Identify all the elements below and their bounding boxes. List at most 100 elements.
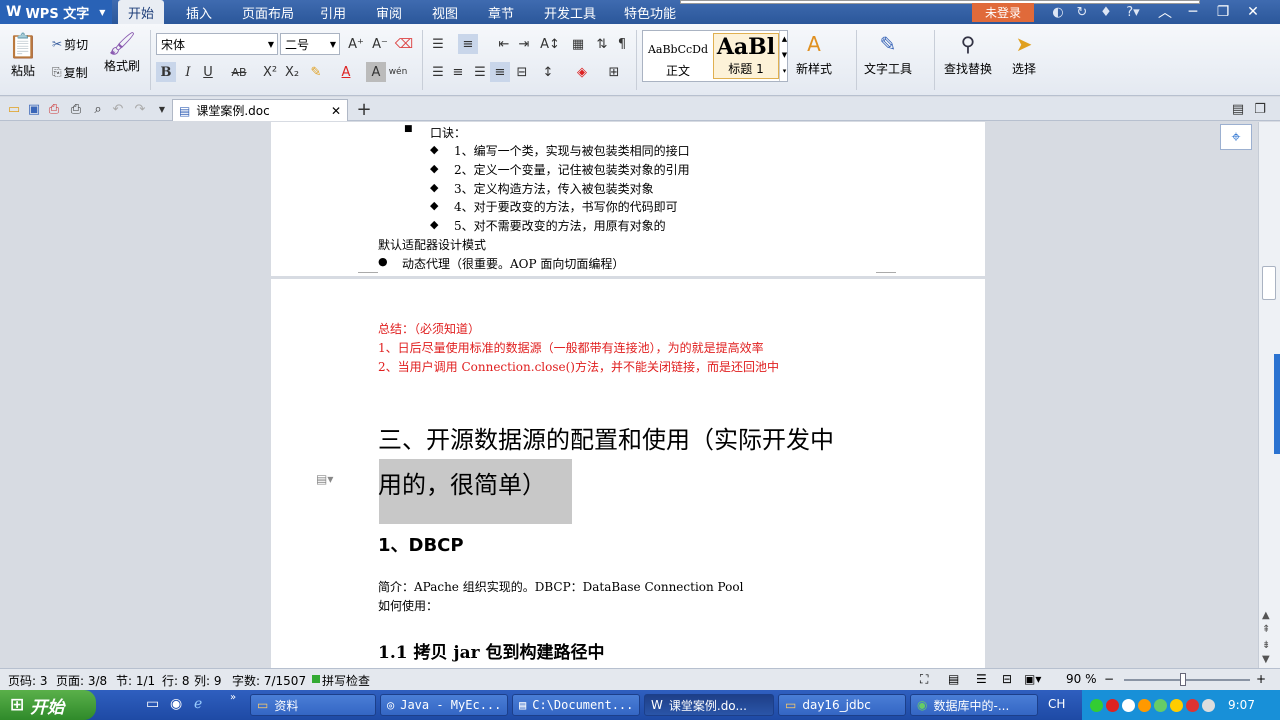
next-page-icon[interactable]: ⇟ — [1262, 640, 1270, 651]
page-view-icon[interactable]: ▤ — [948, 672, 959, 686]
tray-app-icon[interactable] — [1170, 698, 1183, 712]
tab-features[interactable]: 特色功能 — [614, 0, 686, 24]
export-pdf-icon[interactable]: ⎙ — [44, 99, 64, 119]
taskbar-item[interactable]: W 课堂案例.do... — [644, 694, 774, 716]
status-words[interactable]: 字数: 7/1507 — [232, 672, 306, 689]
zoom-slider-thumb[interactable] — [1180, 673, 1186, 686]
char-spacing-icon[interactable]: A↕ — [540, 34, 560, 54]
scrollbar-thumb[interactable] — [1262, 266, 1276, 300]
strikethrough-icon[interactable]: AB — [226, 62, 252, 82]
show-marks-icon[interactable]: ¶ — [612, 34, 632, 54]
tray-app-icon[interactable] — [1122, 698, 1135, 712]
document-tab[interactable]: ▤ 课堂案例.doc ✕ — [172, 99, 348, 121]
taskbar-item[interactable]: ◎ Java - MyEc... — [380, 694, 508, 716]
decrease-indent-icon[interactable]: ⇤ — [494, 34, 514, 54]
ie-icon[interactable]: ℯ — [194, 696, 202, 712]
clear-format-icon[interactable]: ⌫ — [394, 34, 414, 54]
clock[interactable]: 9:07 — [1228, 698, 1255, 712]
taskbar-item[interactable]: ▤ C:\Document... — [512, 694, 640, 716]
spellcheck-toggle[interactable]: 拼写检查 — [322, 672, 370, 689]
align-right-icon[interactable]: ☰ — [470, 62, 490, 82]
side-panel-tab[interactable] — [1274, 354, 1280, 454]
tab-page-layout[interactable]: 页面布局 — [232, 0, 304, 24]
reading-view-icon[interactable]: ▣▾ — [1024, 672, 1041, 686]
quicklaunch-icon[interactable]: ◉ — [170, 696, 182, 712]
start-button[interactable]: ⊞ 开始 — [0, 690, 96, 720]
close-tab-icon[interactable]: ✕ — [331, 104, 341, 118]
save-icon[interactable]: ▣ — [24, 99, 44, 119]
tab-chapter[interactable]: 章节 — [478, 0, 524, 24]
select-button[interactable]: ➤ 选择 — [1012, 32, 1036, 77]
tab-start[interactable]: 开始 — [118, 0, 165, 24]
restore-icon[interactable]: ❐ — [1210, 2, 1236, 22]
tab-list-icon[interactable]: ▤ — [1228, 99, 1248, 119]
italic-icon[interactable]: I — [178, 62, 198, 82]
find-replace-button[interactable]: ⚲ 查找替换 — [944, 32, 992, 77]
style-normal[interactable]: AaBbCcDd 正文 — [645, 33, 711, 79]
paragraph-shading-icon[interactable]: ◈ — [572, 62, 592, 82]
table-grid-icon[interactable]: ▦ — [568, 34, 588, 54]
taskbar-item[interactable]: ◉ 数据库中的-... — [910, 694, 1038, 716]
zoom-in-icon[interactable]: + — [1256, 672, 1266, 686]
grow-font-icon[interactable]: A⁺ — [346, 34, 366, 54]
tab-restore-icon[interactable]: ❐ — [1250, 99, 1270, 119]
font-size-select[interactable]: 二号 ▼ — [280, 33, 340, 55]
line-spacing-icon[interactable]: ↕ — [538, 62, 558, 82]
open-folder-icon[interactable]: ▭ — [4, 99, 24, 119]
new-tab-icon[interactable]: + — [354, 99, 374, 120]
align-center-icon[interactable]: ≡ — [448, 62, 468, 82]
style-scroll-icon[interactable]: ▲ ▼ ▾ — [779, 31, 789, 81]
paste-button[interactable]: 📋 粘贴 — [8, 32, 38, 79]
sort-icon[interactable]: ⇅ — [592, 34, 612, 54]
increase-indent-icon[interactable]: ⇥ — [514, 34, 534, 54]
zoom-slider[interactable] — [1124, 679, 1250, 681]
style-heading1[interactable]: AaBl 标题 1 — [713, 33, 779, 79]
taskbar-item[interactable]: ▭ day16_jdbc — [778, 694, 906, 716]
quick-access-dropdown-icon[interactable]: ▼ — [152, 99, 172, 119]
show-desktop-icon[interactable]: ▭ — [146, 696, 159, 712]
tab-developer[interactable]: 开发工具 — [534, 0, 606, 24]
format-painter-button[interactable]: 🖌 格式刷 — [104, 32, 140, 74]
tray-app-icon[interactable] — [1090, 698, 1103, 712]
superscript-icon[interactable]: X² — [260, 62, 280, 82]
tray-app-icon[interactable] — [1202, 698, 1215, 712]
font-name-select[interactable]: 宋体 ▼ — [156, 33, 278, 55]
bullet-list-icon[interactable]: ☰ — [428, 34, 448, 54]
print-icon[interactable]: ⎙ — [66, 99, 86, 119]
copy-button[interactable]: ⎘ 复制 — [52, 61, 88, 83]
zoom-out-icon[interactable]: − — [1104, 672, 1114, 686]
underline-icon[interactable]: U — [198, 62, 218, 82]
web-view-icon[interactable]: ⊟ — [1002, 672, 1012, 686]
tray-app-icon[interactable] — [1138, 698, 1151, 712]
wps-app-menu-button[interactable]: W WPS 文字 ▼ — [0, 0, 112, 24]
fullscreen-icon[interactable]: ⛶ — [920, 672, 928, 687]
scroll-down-icon[interactable]: ▼ — [1262, 654, 1270, 665]
shrink-font-icon[interactable]: A⁻ — [370, 34, 390, 54]
minimize-icon[interactable]: ─ — [1180, 2, 1206, 22]
phonetic-icon[interactable]: wén — [388, 62, 408, 82]
more-quicklaunch-icon[interactable]: » — [230, 692, 236, 703]
scroll-up-icon[interactable]: ▲ — [1262, 610, 1270, 621]
redo-icon[interactable]: ↷ — [130, 99, 150, 119]
tray-app-icon[interactable] — [1154, 698, 1167, 712]
highlight-icon[interactable]: ✎ — [306, 62, 326, 82]
tray-app-icon[interactable] — [1106, 698, 1119, 712]
undo-icon[interactable]: ↶ — [108, 99, 128, 119]
text-tools-button[interactable]: ✎ 文字工具 — [864, 32, 912, 77]
paragraph-options-icon[interactable]: ▤▾ — [316, 472, 333, 486]
tab-references[interactable]: 引用 — [310, 0, 356, 24]
char-shading-icon[interactable]: A — [366, 62, 386, 82]
taskbar-item[interactable]: ▭ 资料 — [250, 694, 376, 716]
shirt-icon[interactable]: ♦ — [1098, 4, 1114, 20]
borders-icon[interactable]: ⊞ — [604, 62, 624, 82]
subscript-icon[interactable]: X₂ — [282, 62, 302, 82]
cut-button[interactable]: ✂ 剪切 — [52, 33, 88, 55]
tab-review[interactable]: 审阅 — [366, 0, 412, 24]
collapse-ribbon-icon[interactable]: ︿ — [1152, 2, 1178, 22]
skin-icon[interactable]: ◐ — [1050, 4, 1066, 20]
sync-icon[interactable]: ↻ — [1074, 4, 1090, 20]
prev-page-icon[interactable]: ⇞ — [1262, 624, 1270, 635]
tab-insert[interactable]: 插入 — [176, 0, 222, 24]
new-style-button[interactable]: A 新样式 — [796, 32, 832, 77]
justify-icon[interactable]: ≡ — [490, 62, 510, 82]
